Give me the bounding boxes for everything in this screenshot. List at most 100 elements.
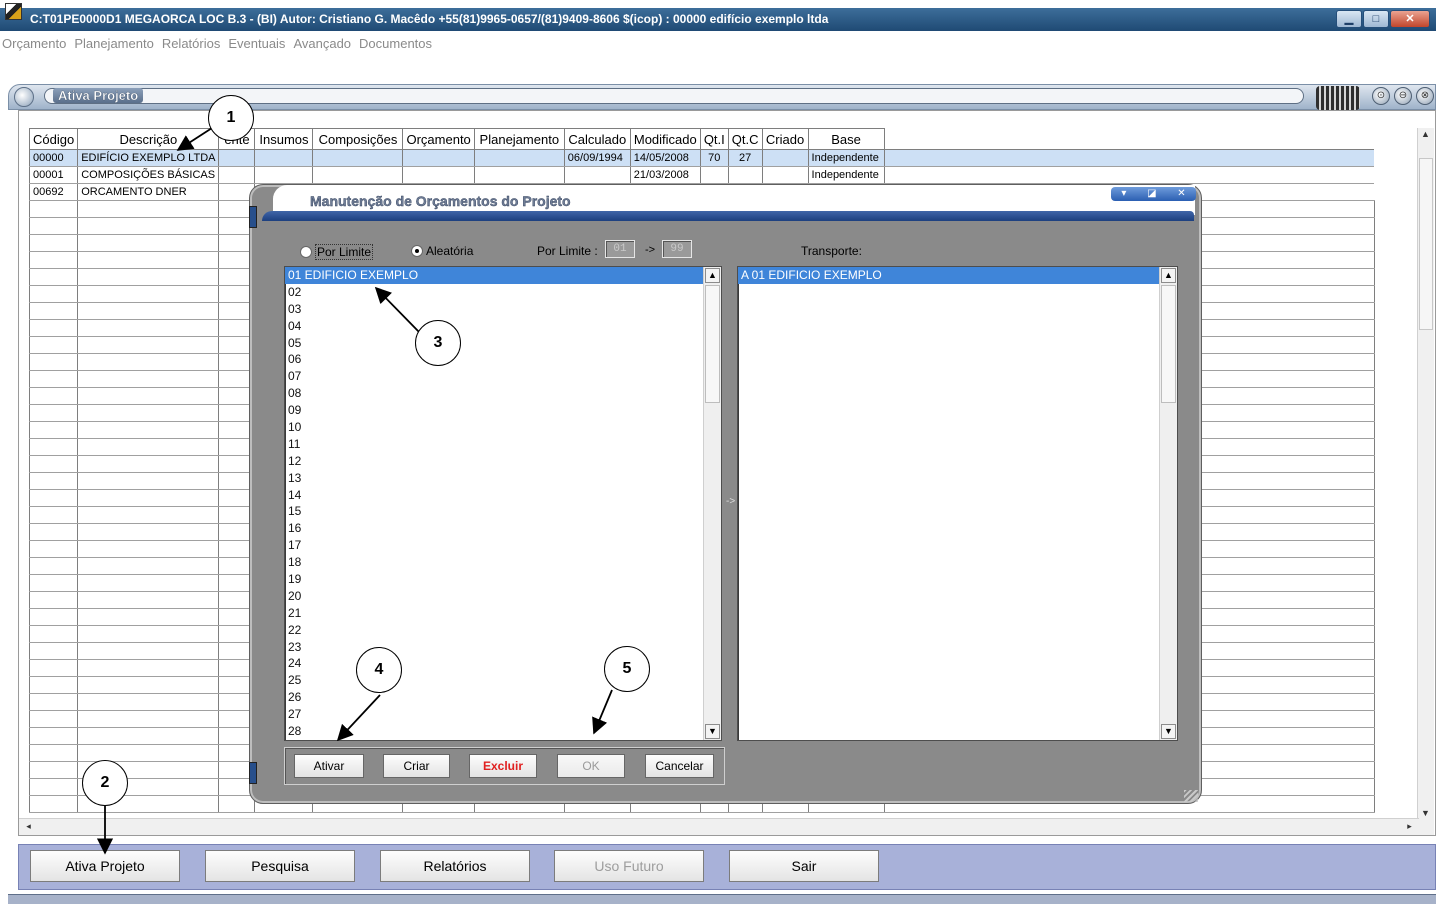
menu-documentos[interactable]: Documentos [359, 36, 440, 51]
grid-column-header[interactable]: Planejamento [473, 128, 565, 150]
table-row[interactable]: 00001 COMPOSIÇÕES BÁSICAS 21/03/2008 Indepe… [28, 166, 1375, 184]
criar-button[interactable]: Criar [383, 754, 450, 778]
budget-list-item[interactable]: 12 [285, 453, 721, 470]
scroll-down-icon[interactable]: ▼ [1418, 808, 1433, 818]
budget-list-item[interactable]: 14 [285, 487, 721, 504]
budget-list-item[interactable]: 16 [285, 520, 721, 537]
radio-por-limite-dot[interactable] [300, 246, 312, 258]
transport-list-item[interactable]: A 01 EDIFICIO EXEMPLO [738, 267, 1177, 284]
transport-scroll-thumb[interactable] [1161, 285, 1176, 403]
table-cell: 00692 [28, 183, 79, 201]
sair-button[interactable]: Sair [729, 850, 879, 882]
budget-list-item[interactable]: 05 [285, 335, 721, 352]
list-scroll-thumb[interactable] [705, 285, 720, 403]
budget-list-item[interactable]: 27 [285, 706, 721, 723]
relatorios-button[interactable]: Relatórios [380, 850, 530, 882]
menu-eventuais[interactable]: Eventuais [228, 36, 293, 51]
budget-list-item[interactable]: 15 [285, 503, 721, 520]
budget-list-item[interactable]: 06 [285, 351, 721, 368]
budget-list-item[interactable]: 08 [285, 385, 721, 402]
budget-list-item[interactable]: 28 [285, 723, 721, 740]
grid-column-header[interactable]: Descrição [77, 128, 220, 150]
pesquisa-button[interactable]: Pesquisa [205, 850, 355, 882]
table-cell [28, 472, 79, 490]
grid-column-header[interactable]: Insumos [254, 128, 314, 150]
annotation-4: 4 [356, 647, 402, 693]
close-button[interactable]: ✕ [1390, 10, 1430, 28]
transport-list[interactable]: A 01 EDIFICIO EXEMPLO ▲ ▼ [737, 266, 1178, 741]
budget-list-item[interactable]: 13 [285, 470, 721, 487]
transport-scroll-down-icon[interactable]: ▼ [1161, 724, 1176, 739]
table-cell [28, 387, 79, 405]
budget-list-item[interactable]: 17 [285, 537, 721, 554]
budget-list-item[interactable]: 22 [285, 622, 721, 639]
grid-horizontal-scrollbar[interactable]: ◂ ▸ [19, 818, 1419, 835]
annotation-1: 1 [208, 95, 254, 141]
cancelar-button[interactable]: Cancelar [645, 754, 714, 778]
panel-close-button[interactable]: ⊗ [1416, 87, 1434, 105]
grid-column-header[interactable]: Criado [761, 128, 809, 150]
budget-list-item[interactable]: 20 [285, 588, 721, 605]
budget-list-item[interactable]: 03 [285, 301, 721, 318]
menu-orcamento[interactable]: Orçamento [2, 36, 74, 51]
grid-column-header[interactable]: Orçamento [402, 128, 475, 150]
budget-list-item[interactable]: 21 [285, 605, 721, 622]
grid-column-header[interactable]: Base [807, 128, 885, 150]
budget-list-item[interactable]: 19 [285, 571, 721, 588]
radio-aleatoria[interactable]: Aleatória [411, 244, 473, 258]
window-title: C:T01PE0000D1 MEGAORCA LOC B.3 - (BI) Au… [30, 12, 829, 26]
budget-list-scrollbar[interactable]: ▲ ▼ [703, 267, 721, 740]
scroll-left-icon[interactable]: ◂ [21, 821, 36, 832]
budget-list-item[interactable]: 24 [285, 655, 721, 672]
budget-list-item[interactable]: 26 [285, 689, 721, 706]
grid-column-header[interactable]: Qt.C [727, 128, 763, 150]
grid-vertical-scrollbar[interactable]: ▲ ▼ [1417, 128, 1434, 835]
table-cell [28, 591, 79, 609]
radio-por-limite[interactable]: Por Limite [300, 244, 374, 260]
dialog-minimize-button[interactable]: ▾ [1121, 187, 1126, 201]
scroll-right-icon[interactable]: ▸ [1402, 821, 1417, 832]
budget-list-item[interactable]: 25 [285, 672, 721, 689]
annotation-5: 5 [604, 646, 650, 692]
budget-list-item[interactable]: 02 [285, 284, 721, 301]
dialog-restore-button[interactable]: ◪ [1147, 187, 1156, 201]
grid-column-header[interactable]: Código [28, 128, 79, 150]
table-row[interactable]: 00000 EDIFÍCIO EXEMPLO LTDA 06/09/1994 14/0… [28, 149, 1375, 167]
menu-planejamento[interactable]: Planejamento [74, 36, 162, 51]
budget-list-item[interactable]: 23 [285, 639, 721, 656]
panel-minimize-button[interactable]: ⊙ [1372, 87, 1390, 105]
menu-avancado[interactable]: Avançado [293, 36, 359, 51]
maximize-button[interactable]: □ [1363, 10, 1389, 28]
list-scroll-down-icon[interactable]: ▼ [705, 724, 720, 739]
grid-column-header[interactable]: Modificado [629, 128, 701, 150]
budget-list-item[interactable]: 07 [285, 368, 721, 385]
radio-aleatoria-dot[interactable] [411, 245, 423, 257]
dialog-close-button[interactable]: ✕ [1177, 187, 1185, 201]
table-cell [761, 166, 809, 184]
budget-list[interactable]: 01 EDIFICIO EXEMPLO 02 03 04 05 06 07 08 09 10 11 1… [284, 266, 722, 741]
scroll-up-icon[interactable]: ▲ [1418, 129, 1433, 139]
budget-list-item[interactable]: 11 [285, 436, 721, 453]
budget-list-item[interactable]: 18 [285, 554, 721, 571]
panel-menu-icon[interactable] [14, 87, 34, 107]
budget-list-item[interactable]: 04 [285, 318, 721, 335]
budget-list-item[interactable]: 10 [285, 419, 721, 436]
ativa-projeto-button[interactable]: Ativa Projeto [30, 850, 180, 882]
menu-relatorios[interactable]: Relatórios [162, 36, 229, 51]
grid-column-header[interactable]: Composições [312, 128, 404, 150]
excluir-button[interactable]: Excluir [469, 754, 537, 778]
transport-list-scrollbar[interactable]: ▲ ▼ [1159, 267, 1177, 740]
grid-column-header[interactable]: Qt.I [699, 128, 729, 150]
list-scroll-up-icon[interactable]: ▲ [705, 268, 720, 283]
transport-scroll-up-icon[interactable]: ▲ [1161, 268, 1176, 283]
table-cell [77, 404, 220, 422]
dialog-title: Manutenção de Orçamentos do Projeto [310, 193, 571, 209]
resize-grip-icon[interactable] [1184, 790, 1198, 802]
panel-restore-button[interactable]: ⊖ [1394, 87, 1412, 105]
ativar-button[interactable]: Ativar [294, 754, 364, 778]
scrollbar-thumb[interactable] [1419, 158, 1433, 330]
budget-list-item[interactable]: 01 EDIFICIO EXEMPLO [285, 267, 721, 284]
budget-list-item[interactable]: 09 [285, 402, 721, 419]
grid-column-header[interactable]: Calculado [563, 128, 631, 150]
minimize-button[interactable]: ▁ [1336, 10, 1362, 28]
